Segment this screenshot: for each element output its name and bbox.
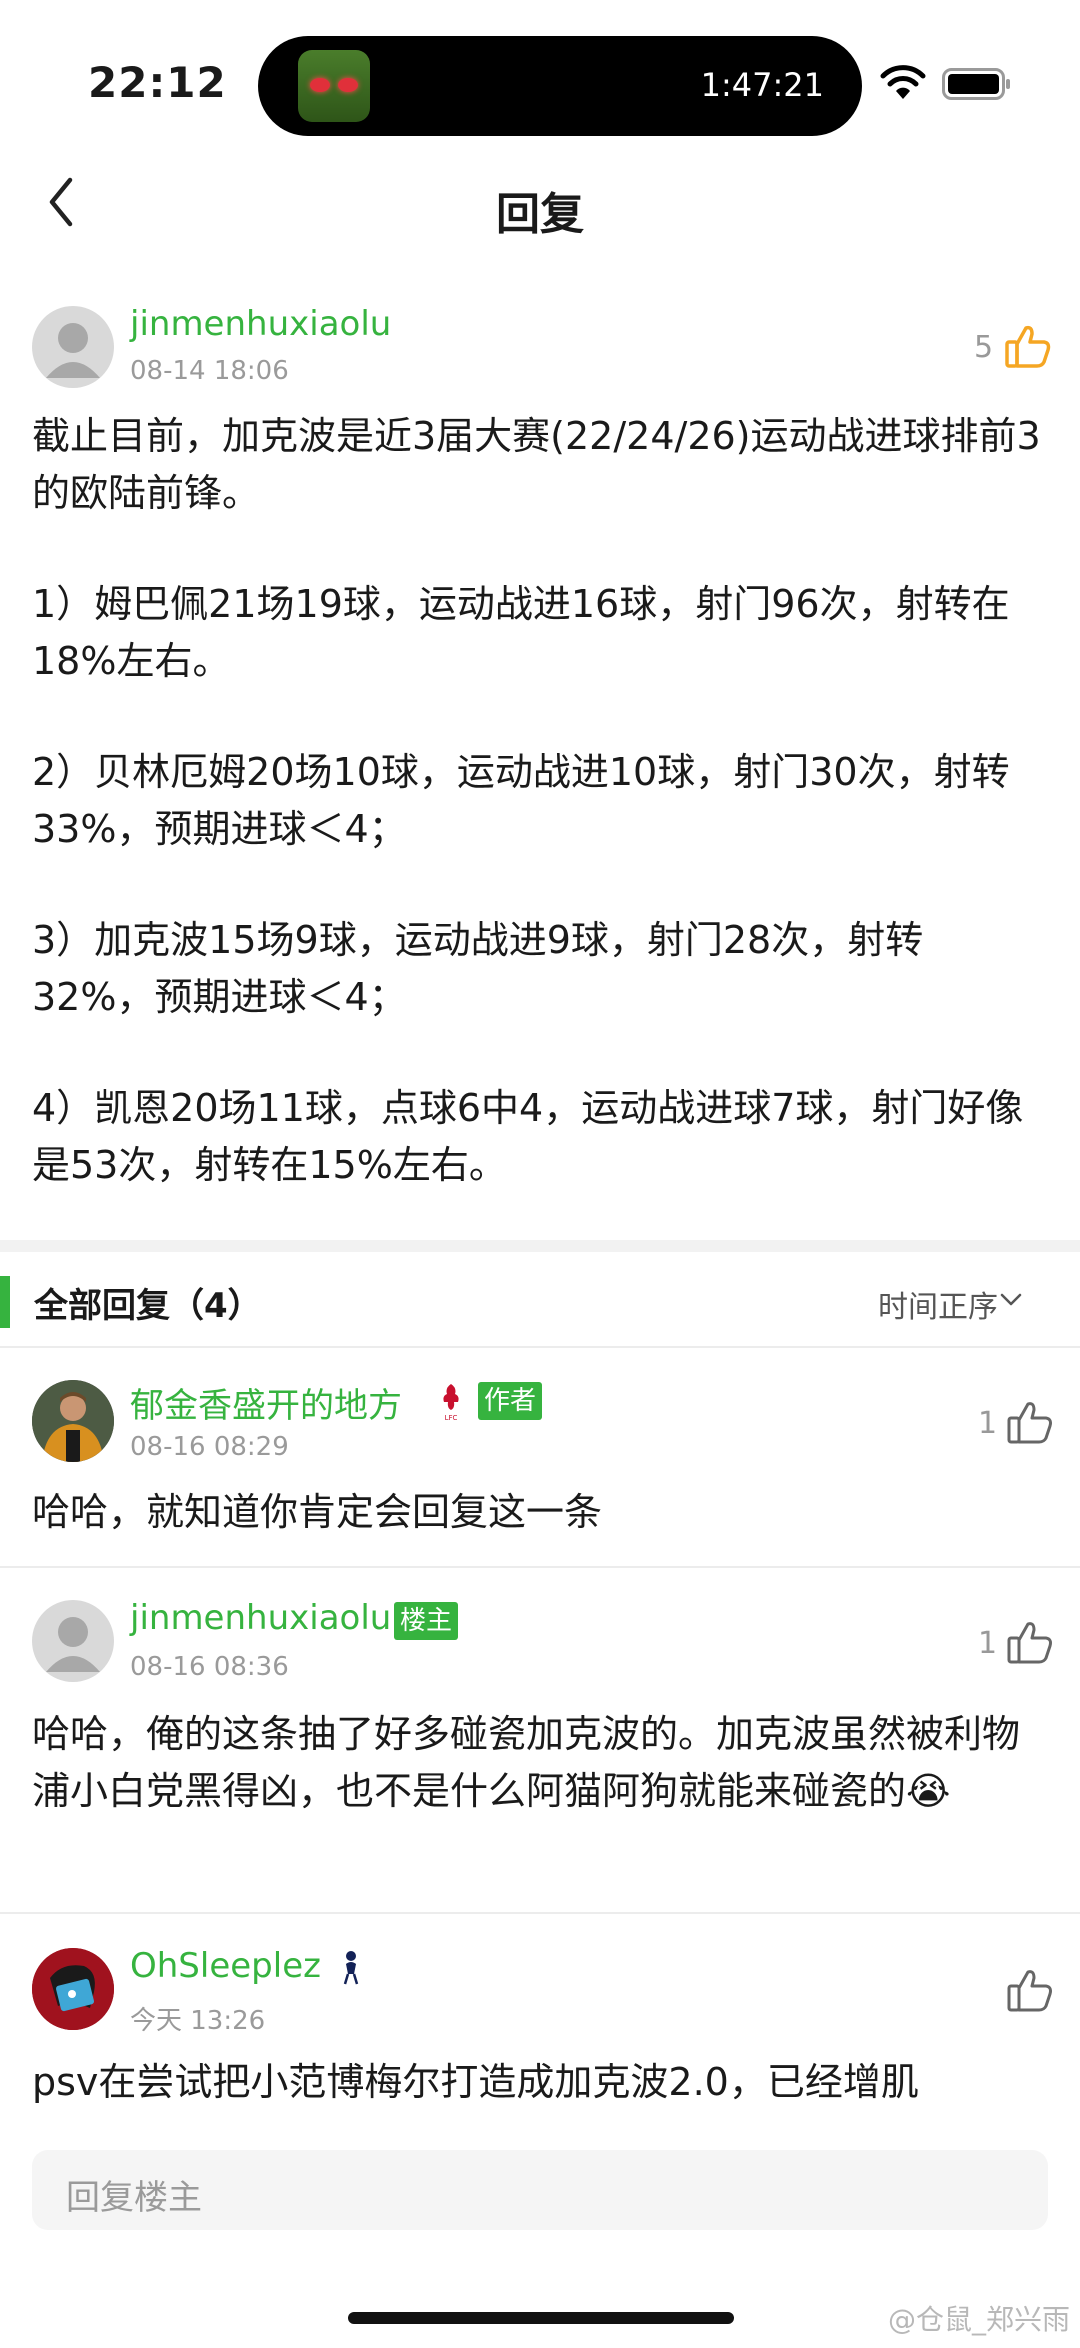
reply-detail-page: 22:12 1:47:21 回复 jinmenhuxiaolu 08-14 18… xyxy=(0,0,1080,2348)
crying-laughing-emoji-icon: 😭 xyxy=(906,1769,951,1813)
reply-author-name[interactable]: OhSleeplez xyxy=(130,1946,321,1986)
divider xyxy=(0,1912,1080,1914)
avatar[interactable] xyxy=(32,1380,114,1462)
reply-timestamp: 今天 13:26 xyxy=(130,2006,266,2036)
reply-content: psv在尝试把小范博梅尔打造成加克波2.0，已经增肌 xyxy=(32,2060,919,2104)
post-content: 截止目前，加克波是近3届大赛(22/24/26)运动战进球排前3的欧陆前锋。 1… xyxy=(32,408,1042,1248)
replies-header: 全部回复（4） 时间正序 xyxy=(0,1256,1080,1346)
section-separator xyxy=(0,1240,1080,1252)
post-paragraph: 4）凯恩20场11球，点球6中4，运动战进球7球，射门好像是53次，射转在15%… xyxy=(32,1086,1024,1187)
watermark: @仓鼠_郑兴雨 xyxy=(887,2303,1070,2336)
replies-title: 全部回复（4） xyxy=(34,1286,262,1326)
reply-like-count: 1 xyxy=(978,1406,998,1441)
reply-content: 哈哈，俺的这条抽了好多碰瓷加克波的。加克波虽然被利物浦小白党黑得凶，也不是什么阿… xyxy=(32,1706,1032,1820)
thumbs-up-icon[interactable] xyxy=(1006,1398,1054,1446)
author-badge: 作者 xyxy=(478,1382,543,1420)
thumbs-up-icon[interactable] xyxy=(1006,1966,1054,2014)
reply-author-name[interactable]: 郁金香盛开的地方 xyxy=(130,1378,402,1427)
island-timer: 1:47:21 xyxy=(700,66,824,104)
home-indicator[interactable] xyxy=(348,2312,734,2324)
reply-like-count: 1 xyxy=(978,1626,998,1661)
chevron-down-icon[interactable] xyxy=(1000,1292,1022,1308)
post-paragraph: 截止目前，加克波是近3届大赛(22/24/26)运动战进球排前3的欧陆前锋。 xyxy=(32,414,1041,515)
wifi-icon xyxy=(880,65,926,99)
reply-content: 哈哈，就知道你肯定会回复这一条 xyxy=(32,1490,603,1534)
post-paragraph: 1）姆巴佩21场19球，运动战进16球，射门96次，射转在18%左右。 xyxy=(32,582,1010,683)
section-accent-bar xyxy=(0,1276,10,1328)
reply-input-placeholder: 回复楼主 xyxy=(66,2178,202,2218)
post-like-count: 5 xyxy=(974,330,994,365)
status-bar: 22:12 1:47:21 xyxy=(0,0,1080,160)
avatar[interactable] xyxy=(32,1600,114,1682)
thumbs-up-icon[interactable] xyxy=(1004,322,1052,370)
tottenham-badge-icon xyxy=(343,1951,359,1985)
avatar[interactable] xyxy=(32,1948,114,2030)
reply-input[interactable]: 回复楼主 xyxy=(32,2150,1048,2230)
divider xyxy=(0,1566,1080,1568)
reply-author-name[interactable]: jinmenhuxiaolu xyxy=(130,1598,391,1638)
avatar[interactable] xyxy=(32,306,114,388)
post-timestamp: 08-14 18:06 xyxy=(130,356,289,386)
thumbs-up-icon[interactable] xyxy=(1006,1618,1054,1666)
battery-icon xyxy=(942,68,1010,100)
reply-timestamp: 08-16 08:36 xyxy=(130,1652,289,1682)
status-time: 22:12 xyxy=(88,58,227,107)
reply-content-text: 哈哈，俺的这条抽了好多碰瓷加克波的。加克波虽然被利物浦小白党黑得凶，也不是什么阿… xyxy=(32,1712,1021,1813)
live-activity-app-icon xyxy=(298,50,370,122)
dynamic-island[interactable]: 1:47:21 xyxy=(258,36,862,136)
post-paragraph: 3）加克波15场9球，运动战进9球，射门28次，射转32%，预期进球＜4； xyxy=(32,918,924,1019)
svg-text:LFC: LFC xyxy=(445,1414,458,1422)
post-paragraph: 2）贝林厄姆20场10球，运动战进10球，射门30次，射转33%，预期进球＜4； xyxy=(32,750,1010,851)
reply-timestamp: 08-16 08:29 xyxy=(130,1432,289,1462)
sort-toggle[interactable]: 时间正序 xyxy=(878,1282,998,1326)
post-author-name[interactable]: jinmenhuxiaolu xyxy=(130,304,391,344)
liverpool-badge-icon: LFC xyxy=(443,1384,459,1422)
divider xyxy=(0,1346,1080,1348)
op-badge: 楼主 xyxy=(394,1602,459,1640)
page-title: 回复 xyxy=(496,189,584,240)
